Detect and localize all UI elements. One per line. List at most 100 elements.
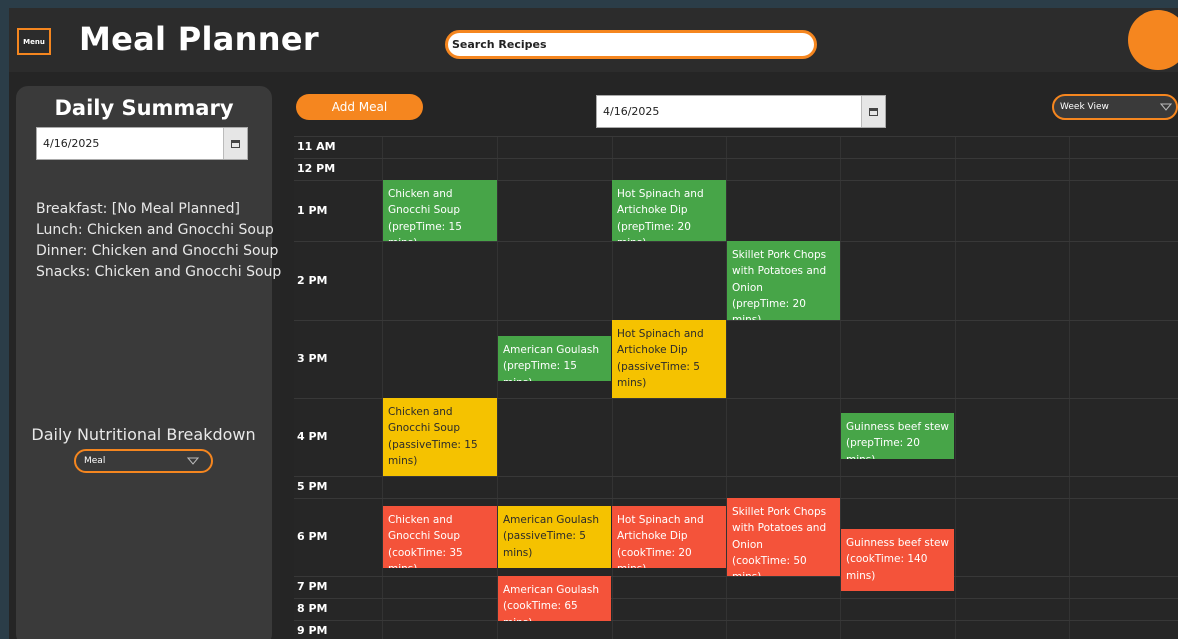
meal-event-text: (prepTime: 20 mins) (732, 297, 806, 320)
view-mode-select[interactable]: Week View (1052, 94, 1178, 120)
hour-row-divider (294, 620, 1178, 621)
calendar-picker-button[interactable] (223, 128, 247, 159)
meal-event[interactable]: Chicken and Gnocchi Soup (passiveTime: 15 m… (383, 398, 497, 476)
daily-summary-panel: Daily Summary 4/16/2025 Breakfast: [No M… (16, 86, 281, 639)
hour-row-divider (294, 136, 1178, 137)
search-box[interactable] (445, 30, 817, 59)
nutrition-breakdown-title: Daily Nutritional Breakdown (31, 425, 256, 444)
add-meal-button[interactable]: Add Meal (296, 94, 423, 120)
meal-event[interactable]: Chicken and Gnocchi Soup (prepTime: 15 min… (383, 180, 497, 241)
chevron-down-icon (187, 457, 199, 465)
meal-event-text: American Goulash (503, 514, 599, 526)
time-label: 5 PM (297, 480, 328, 493)
meal-event-text: Skillet Pork Chops (732, 249, 827, 261)
meal-event-text: Chicken and (388, 188, 453, 200)
meal-event[interactable]: American Goulash (prepTime: 15 mins) (498, 336, 611, 381)
meal-event-text: (cookTime: 65 mins) (503, 600, 578, 621)
meal-event-text: (passiveTime: 5 (503, 530, 586, 543)
meal-event-text: (cookTime: 50 mins) (732, 554, 807, 576)
meal-event-text: Chicken and (388, 406, 453, 418)
chevron-down-icon (1160, 103, 1172, 111)
meal-event-text: (cookTime: 140 (846, 553, 928, 566)
meal-event-text: Artichoke Dip (617, 530, 688, 543)
calendar-date-value[interactable]: 4/16/2025 (597, 105, 861, 118)
meal-event-text: Gnocchi Soup (388, 204, 461, 217)
hour-row-divider (294, 598, 1178, 599)
meal-event-text: (cookTime: 20 mins) (617, 546, 692, 568)
calendar-icon (869, 107, 878, 116)
meal-event-text: (cookTime: 35 mins) (388, 546, 463, 568)
calendar-picker-button[interactable] (861, 96, 885, 127)
meal-summary-dinner: Dinner: Chicken and Gnocchi Soup (36, 243, 279, 259)
meal-event-text: Hot Spinach and (617, 328, 704, 340)
meal-event-text: Onion (732, 538, 763, 551)
day-column-divider (955, 136, 956, 639)
meal-summary-snacks: Snacks: Chicken and Gnocchi Soup (36, 264, 282, 280)
time-label: 7 PM (297, 580, 328, 593)
menu-button[interactable]: Menu (17, 28, 51, 55)
app-window: Menu Meal Planner Daily Summary 4/16/202… (9, 8, 1178, 639)
meal-event-text: mins) (503, 546, 533, 559)
hour-row-divider (294, 576, 1178, 577)
calendar-icon (231, 139, 240, 148)
hour-row-divider (294, 158, 1178, 159)
meal-summary-lunch: Lunch: Chicken and Gnocchi Soup (36, 222, 274, 238)
meal-event-text: Skillet Pork Chops (732, 506, 827, 518)
meal-event-text: mins) (617, 376, 647, 389)
week-calendar-grid[interactable]: 11 AM 12 PM 1 PM 2 PM 3 PM 4 PM 5 PM 6 PM 7 PM 8 … (294, 136, 1178, 639)
time-label: 6 PM (297, 530, 328, 543)
search-input[interactable] (452, 38, 814, 51)
meal-summary-breakfast: Breakfast: [No Meal Planned] (36, 201, 240, 217)
nutrition-select-value: Meal (84, 456, 106, 466)
meal-event-text: mins) (388, 454, 418, 467)
meal-event-text: Hot Spinach and (617, 188, 704, 200)
meal-event-text: Hot Spinach and (617, 514, 704, 526)
meal-event[interactable]: Skillet Pork Chops with Potatoes and Onion… (727, 241, 840, 320)
meal-event[interactable]: Skillet Pork Chops with Potatoes and Onion… (727, 498, 840, 576)
meal-event-text: Chicken and (388, 514, 453, 526)
meal-event[interactable]: American Goulash (cookTime: 65 mins) (498, 576, 611, 621)
meal-event-text: with Potatoes and (732, 522, 827, 535)
daily-summary-title: Daily Summary (54, 96, 234, 120)
avatar[interactable] (1128, 10, 1178, 70)
time-label: 9 PM (297, 624, 328, 637)
meal-event[interactable]: Guinness beef stew (cookTime: 140 mins) (841, 529, 954, 591)
hour-row-divider (294, 476, 1178, 477)
header-bar: Menu Meal Planner (9, 8, 1178, 72)
time-label: 1 PM (297, 203, 328, 217)
page-title: Meal Planner (79, 20, 319, 58)
meal-event-text: with Potatoes and (732, 265, 827, 278)
time-label: 2 PM (297, 273, 328, 287)
meal-summary-list: Breakfast: [No Meal Planned] Lunch: Chic… (36, 199, 281, 283)
time-label: 12 PM (297, 162, 336, 175)
calendar-date-picker[interactable]: 4/16/2025 (596, 95, 886, 128)
meal-event-text: Guinness beef stew (846, 537, 950, 549)
view-mode-value: Week View (1060, 102, 1109, 112)
meal-event[interactable]: Chicken and Gnocchi Soup (cookTime: 35 min… (383, 506, 497, 568)
hour-row-divider (294, 320, 1178, 321)
meal-event-text: American Goulash (503, 584, 599, 596)
meal-event[interactable]: Hot Spinach and Artichoke Dip (cookTime: 2… (612, 506, 726, 568)
meal-event[interactable]: Guinness beef stew (prepTime: 20 mins) (841, 413, 954, 459)
meal-event[interactable]: American Goulash (passiveTime: 5 mins) (498, 506, 611, 568)
meal-event-text: Artichoke Dip (617, 344, 688, 357)
meal-event-text: American Goulash (503, 344, 599, 356)
meal-event-text: (passiveTime: 15 (388, 438, 478, 451)
meal-event-text: Gnocchi Soup (388, 422, 461, 435)
meal-event-text: (prepTime: 15 mins) (388, 220, 462, 241)
meal-event[interactable]: Hot Spinach and Artichoke Dip (passiveTime… (612, 320, 726, 398)
summary-date-picker[interactable]: 4/16/2025 (36, 127, 248, 160)
summary-date-value[interactable]: 4/16/2025 (37, 137, 223, 150)
meal-event[interactable]: Hot Spinach and Artichoke Dip (prepTime: 2… (612, 180, 726, 241)
meal-event-text: Artichoke Dip (617, 204, 688, 217)
time-label: 8 PM (297, 602, 328, 615)
time-label: 11 AM (297, 140, 336, 153)
meal-event-text: Onion (732, 281, 763, 294)
meal-event-text: (prepTime: 20 mins) (846, 437, 920, 459)
meal-event-text: mins) (846, 569, 876, 582)
meal-event-text: (prepTime: 20 mins) (617, 220, 691, 241)
nutrition-select[interactable]: Meal (74, 449, 213, 473)
time-label: 4 PM (297, 430, 328, 443)
time-label: 3 PM (297, 352, 328, 365)
meal-event-text: (passiveTime: 5 (617, 360, 700, 373)
